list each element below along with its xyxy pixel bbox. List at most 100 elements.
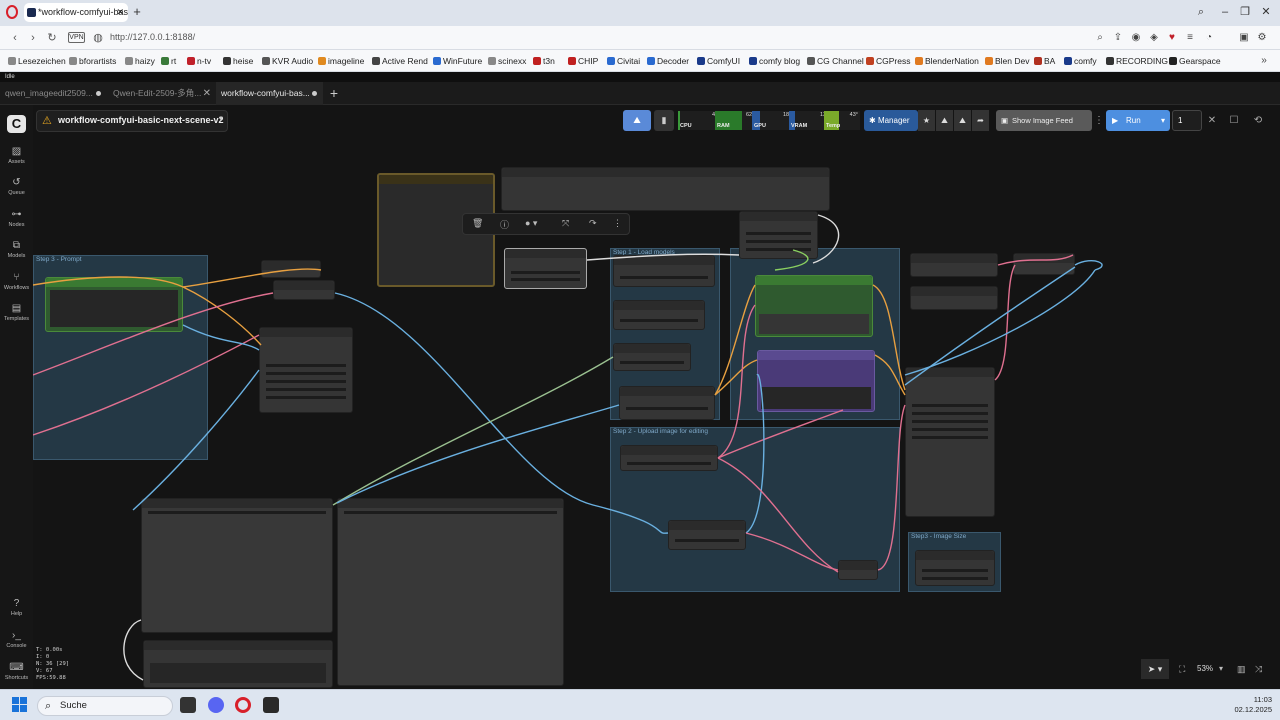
link-visibility-icon[interactable]: ⤨ <box>1255 659 1262 679</box>
bookmark-item[interactable]: BlenderNation <box>915 56 979 66</box>
share-icon[interactable]: ➦ <box>972 110 989 131</box>
comfyui-logo-icon[interactable]: C <box>7 115 26 133</box>
sidebar-item-nodes[interactable]: ⊶ Nodes <box>0 208 33 236</box>
search-tabs-icon[interactable]: ⌕ <box>1192 4 1210 20</box>
bookmark-item[interactable]: bforartists <box>69 56 116 66</box>
bookmark-item[interactable]: BA <box>1034 56 1055 66</box>
stop-button[interactable]: ▮ <box>654 110 674 131</box>
bookmark-item[interactable]: Active Rend <box>372 56 428 66</box>
share-icon[interactable]: ⇪ <box>1112 32 1124 44</box>
menu-icon[interactable]: ≡ <box>1184 32 1196 44</box>
sidebar-item-models[interactable]: ⧉ Models <box>0 239 33 267</box>
close-icon[interactable]: ✕ <box>203 82 211 105</box>
browser-tab[interactable]: *workflow-comfyui-basic- ✕ <box>24 3 128 22</box>
workflow-title-dropdown[interactable]: ⚠ workflow-comfyui-basic-next-scene-v2 ▾ <box>36 110 228 132</box>
bookmark-item[interactable]: Lesezeichen <box>8 56 66 66</box>
workflow-tab[interactable]: qwen_imageedit2509... <box>0 82 107 105</box>
fit-view-icon[interactable]: ⛶ <box>1179 659 1185 679</box>
bookmark-item[interactable]: heise <box>223 56 253 66</box>
profile-icon[interactable]: ◔ <box>1203 32 1215 44</box>
minimap-icon[interactable]: ▥ <box>1237 659 1246 679</box>
bookmark-item[interactable]: comfy <box>1064 56 1097 66</box>
redo-icon[interactable]: ↷ <box>589 218 597 229</box>
trash-icon[interactable]: 🗑 <box>472 218 483 229</box>
sidebar-item-queue[interactable]: ↺ Queue <box>0 176 33 204</box>
square-icon[interactable]: ☐ <box>1225 110 1243 131</box>
extensions-icon[interactable]: ▣ <box>1238 32 1250 44</box>
bookmark-item[interactable]: ComfyUI <box>697 56 740 66</box>
system-clock[interactable]: 11:03 02.12.2025 <box>1234 695 1272 715</box>
restore-icon[interactable]: ❐ <box>1236 4 1254 20</box>
bookmark-item[interactable]: WinFuture <box>433 56 482 66</box>
back-icon[interactable]: ‹ <box>8 30 22 46</box>
discord-icon[interactable] <box>208 697 224 713</box>
bookmark-item[interactable]: KVR Audio <box>262 56 313 66</box>
bookmark-item[interactable]: comfy blog <box>749 56 800 66</box>
close-window-icon[interactable]: ✕ <box>1257 4 1275 20</box>
bookmark-item[interactable]: scinexx <box>488 56 526 66</box>
batch-count-input[interactable]: 1 <box>1172 110 1202 131</box>
add-workflow-button[interactable]: + <box>327 82 341 105</box>
drag-handle-icon[interactable]: ⋮ <box>1093 110 1105 131</box>
minimize-icon[interactable]: – <box>1216 4 1234 20</box>
bookmark-item[interactable]: Decoder <box>647 56 689 66</box>
sidebar-item-shortcuts[interactable]: ⌨ Shortcuts <box>0 661 33 689</box>
bookmark-item[interactable]: Blen Dev <box>985 56 1030 66</box>
heart-icon[interactable]: ♥ <box>1166 32 1178 44</box>
sidebar-item-templates[interactable]: ▤ Templates <box>0 302 33 330</box>
forward-icon[interactable]: › <box>26 30 40 46</box>
sidebar-item-assets[interactable]: ▨ Assets <box>0 145 33 173</box>
star-icon[interactable]: ★ <box>918 110 935 131</box>
bookmark-item[interactable]: RECORDING <box>1106 56 1168 66</box>
comfyui-brand-button[interactable]: ⛰ <box>623 110 651 131</box>
show-image-feed-button[interactable]: ▣ Show Image Feed <box>996 110 1092 131</box>
close-icon[interactable]: ✕ <box>1203 110 1221 131</box>
color-icon[interactable]: ● ▾ <box>525 218 537 229</box>
model-icon[interactable]: ⛰ <box>936 110 953 131</box>
workflow-tab[interactable]: Qwen-Edit-2509-多角... ✕ <box>108 82 215 105</box>
shield-icon[interactable]: ◈ <box>1148 32 1160 44</box>
model-alt-icon[interactable]: ⛰ <box>954 110 971 131</box>
taskbar-search[interactable]: ⌕ Suche <box>37 696 173 716</box>
bookmark-item[interactable]: rt <box>161 56 176 66</box>
reload-icon[interactable]: ↻ <box>45 30 59 46</box>
bookmark-item[interactable]: CGPress <box>866 56 910 66</box>
more-bookmarks-icon[interactable]: » <box>1258 55 1270 67</box>
opera-icon[interactable] <box>235 697 251 713</box>
sidebar-item-workflows[interactable]: ⑂ Workflows <box>0 271 33 299</box>
settings-icon[interactable]: ⚙ <box>1256 32 1268 44</box>
camera-icon[interactable]: ◉ <box>1130 32 1142 44</box>
bookmark-item[interactable]: Civitai <box>607 56 640 66</box>
site-info-icon[interactable]: ◍ <box>91 30 105 46</box>
bookmark-item[interactable]: t3n <box>533 56 555 66</box>
opera-logo-icon[interactable] <box>6 5 18 19</box>
graph-canvas[interactable]: Step 3 - Prompt Step 1 - Load models Ste… <box>33 105 1280 689</box>
info-icon[interactable]: ⓘ <box>500 218 509 231</box>
task-view-icon[interactable] <box>180 697 196 713</box>
zoom-level[interactable]: 53% <box>1197 659 1213 679</box>
more-icon[interactable]: ⋮ <box>613 218 622 229</box>
select-tool-icon[interactable]: ➤ ▾ <box>1141 659 1169 679</box>
search-page-icon[interactable]: ⌕ <box>1094 32 1106 44</box>
vpn-badge[interactable]: VPN <box>68 32 85 43</box>
new-tab-button[interactable]: + <box>131 5 143 19</box>
chevron-down-icon[interactable]: ▾ <box>1161 110 1165 131</box>
zoom-chevron-icon[interactable]: ▾ <box>1219 659 1223 679</box>
sidebar-item-console[interactable]: ›_ Console <box>0 629 33 657</box>
bookmark-item[interactable]: haizy <box>125 56 155 66</box>
bookmark-item[interactable]: imageline <box>318 56 364 66</box>
url-field[interactable]: http://127.0.0.1:8188/ <box>110 32 195 42</box>
terminal-icon[interactable] <box>263 697 279 713</box>
bookmark-item[interactable]: n-tv <box>187 56 211 66</box>
bookmark-item[interactable]: CG Channel <box>807 56 864 66</box>
workflow-tab-active[interactable]: workflow-comfyui-bas... <box>216 82 323 105</box>
manager-button[interactable]: ✱ Manager <box>864 110 918 131</box>
bookmark-item[interactable]: Gearspace <box>1169 56 1221 66</box>
close-tab-icon[interactable]: ✕ <box>116 3 124 22</box>
fit-icon[interactable]: ⤧ <box>562 218 569 229</box>
bookmark-item[interactable]: CHIP <box>568 56 598 66</box>
windows-start-icon[interactable] <box>12 697 27 712</box>
run-button[interactable]: ▶ Run ▾ <box>1106 110 1170 131</box>
sidebar-item-help[interactable]: ? Help <box>0 597 33 625</box>
history-icon[interactable]: ⟲ <box>1249 110 1267 131</box>
